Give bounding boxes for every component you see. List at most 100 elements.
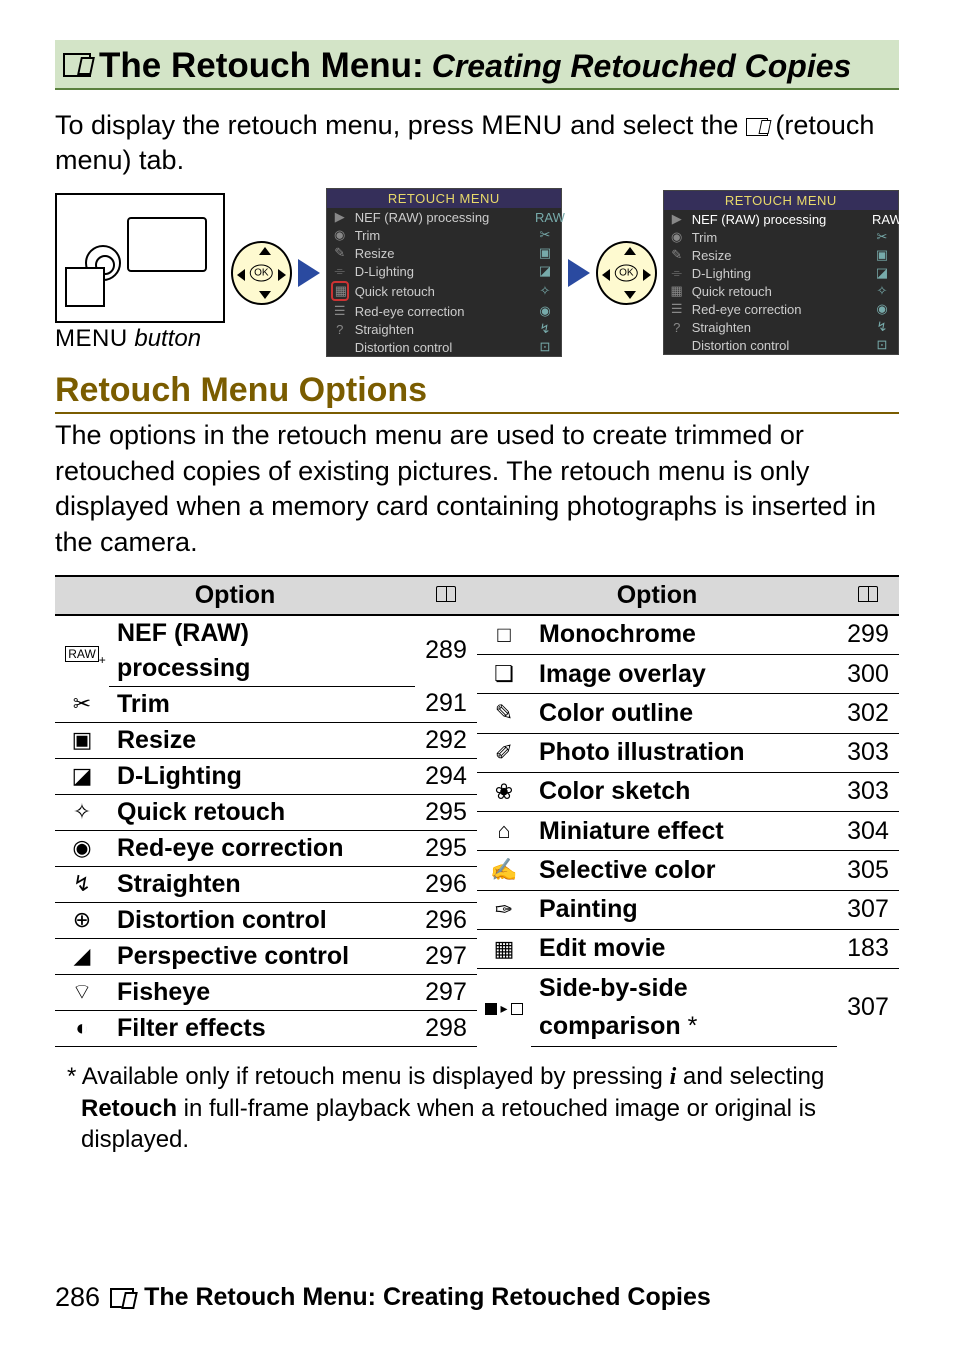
screenshot-tab-icon: ? — [668, 320, 686, 335]
footer-text: The Retouch Menu: Creating Retouched Cop… — [144, 1283, 711, 1312]
option-label: Quick retouch — [109, 794, 415, 830]
option-icon: ⊕ — [55, 902, 109, 938]
option-icon: ▦ — [477, 929, 531, 968]
footnote-pre: Available only if retouch menu is displa… — [76, 1063, 669, 1090]
option-page: 307 — [837, 890, 899, 929]
options-table-right: Option □Monochrome299❏Image overlay300✎C… — [477, 575, 899, 1047]
screenshot-tab-icon: ▦ — [331, 281, 349, 301]
option-label: Monochrome — [531, 615, 837, 655]
screenshot-item-label: Quick retouch — [355, 284, 529, 299]
option-page: 296 — [415, 866, 477, 902]
option-label: D-Lighting — [109, 758, 415, 794]
retouch-tab-inline-icon — [746, 118, 768, 136]
option-icon: ⌔ — [55, 974, 109, 1010]
screenshot-item-righticon: ✧ — [872, 283, 892, 299]
option-page: 299 — [837, 615, 899, 655]
screenshot-row: ◉Trim✂ — [327, 226, 561, 244]
screenshot-item-righticon: ⊡ — [535, 339, 555, 355]
option-icon: ◐ — [55, 1010, 109, 1046]
page-footer: 286 The Retouch Menu: Creating Retouched… — [55, 1282, 711, 1313]
title-main: The Retouch Menu: — [99, 46, 424, 86]
option-label: Color outline — [531, 694, 837, 733]
screenshot-row: ▶NEF (RAW) processingRAW — [664, 210, 898, 228]
option-label: Selective color — [531, 851, 837, 890]
option-icon: ✑ — [477, 890, 531, 929]
screenshot-row: ☰Red-eye correction◉ — [327, 302, 561, 320]
screenshot-item-label: Resize — [355, 246, 529, 261]
title-sub: Creating Retouched Copies — [432, 48, 852, 85]
screenshot-tab-icon: ⌯ — [331, 263, 349, 279]
option-icon: ✐ — [477, 733, 531, 772]
screenshot-item-righticon: ↯ — [535, 321, 555, 337]
screenshot-item-righticon: ▣ — [535, 245, 555, 261]
th-option: Option — [477, 576, 837, 615]
screenshot-row: ⌯D-Lighting◪ — [327, 262, 561, 280]
screenshot-item-label: D-Lighting — [355, 264, 529, 279]
screenshot-item-righticon: ▣ — [872, 247, 892, 263]
screenshot-header: RETOUCH MENU — [664, 191, 898, 210]
option-icon: ↯ — [55, 866, 109, 902]
screenshot-item-label: Red-eye correction — [692, 302, 866, 317]
option-page: 183 — [837, 929, 899, 968]
screenshot-item-label: Resize — [692, 248, 866, 263]
screenshot-tab-icon: ◉ — [331, 227, 349, 243]
menu-button-word: MENU — [55, 325, 128, 352]
th-page-icon — [837, 576, 899, 615]
option-page: 297 — [415, 938, 477, 974]
page-title-bar: The Retouch Menu: Creating Retouched Cop… — [55, 40, 899, 90]
option-icon: RAW — [55, 615, 109, 687]
screenshot-1: RETOUCH MENU ▶NEF (RAW) processingRAW◉Tr… — [326, 188, 562, 357]
footnote-star: * — [67, 1063, 76, 1090]
option-label: Perspective control — [109, 938, 415, 974]
screenshot-row: Distortion control⊡ — [664, 336, 898, 354]
option-page: 295 — [415, 830, 477, 866]
option-label: Resize — [109, 722, 415, 758]
screenshot-item-label: Trim — [355, 228, 529, 243]
screenshot-item-label: Red-eye correction — [355, 304, 529, 319]
camera-column: MENU button — [55, 193, 225, 353]
option-label: processing — [109, 651, 415, 687]
screenshot-row: ✎Resize▣ — [327, 244, 561, 262]
option-page: 302 — [837, 694, 899, 733]
option-icon: ▣ — [55, 722, 109, 758]
option-page: 303 — [837, 772, 899, 811]
arrow-right-icon — [298, 259, 320, 287]
option-page: 289 — [415, 615, 477, 687]
section-heading: Retouch Menu Options — [55, 371, 899, 414]
retouch-tab-icon — [63, 53, 91, 77]
screenshot-item-label: Trim — [692, 230, 866, 245]
option-label: Color sketch — [531, 772, 837, 811]
screenshot-item-righticon: ◉ — [535, 303, 555, 319]
intro-mid: and select the — [563, 110, 746, 140]
th-option: Option — [55, 576, 415, 615]
screenshot-row: ? Straighten ↯ — [664, 318, 898, 336]
screenshot-tab-icon: ▦ — [668, 283, 686, 299]
screenshot-tab-icon: ◉ — [668, 229, 686, 245]
option-label: Painting — [531, 890, 837, 929]
screenshot-item-label: Straighten — [692, 320, 866, 335]
option-page: 307 — [837, 969, 899, 1047]
screenshot-item-righticon: ✂ — [872, 229, 892, 245]
option-label: Distortion control — [109, 902, 415, 938]
option-label: Image overlay — [531, 655, 837, 694]
option-icon: ✍ — [477, 851, 531, 890]
multi-selector-icon — [596, 241, 657, 305]
option-icon: ◢ — [55, 938, 109, 974]
screenshot-item-righticon: ↯ — [872, 319, 892, 335]
screenshot-item-righticon: ✧ — [535, 283, 555, 299]
option-page: 291 — [415, 686, 477, 722]
option-label: Red-eye correction — [109, 830, 415, 866]
option-label: Side-by-side — [531, 969, 837, 1008]
screenshot-item-label: Straighten — [355, 322, 529, 337]
screenshot-item-label: Distortion control — [355, 340, 529, 355]
screenshot-row: ☰Red-eye correction◉ — [664, 300, 898, 318]
option-page: 298 — [415, 1010, 477, 1046]
screenshot-row: ⌯D-Lighting◪ — [664, 264, 898, 282]
screenshot-tab-icon: ? — [331, 322, 349, 337]
option-icon: ⌂ — [477, 812, 531, 851]
screenshot-header: RETOUCH MENU — [327, 189, 561, 208]
screenshot-item-righticon: ◉ — [872, 301, 892, 317]
screenshot-item-label: NEF (RAW) processing — [692, 212, 866, 227]
option-icon: ◪ — [55, 758, 109, 794]
screenshot-item-righticon: RAW — [872, 212, 892, 227]
